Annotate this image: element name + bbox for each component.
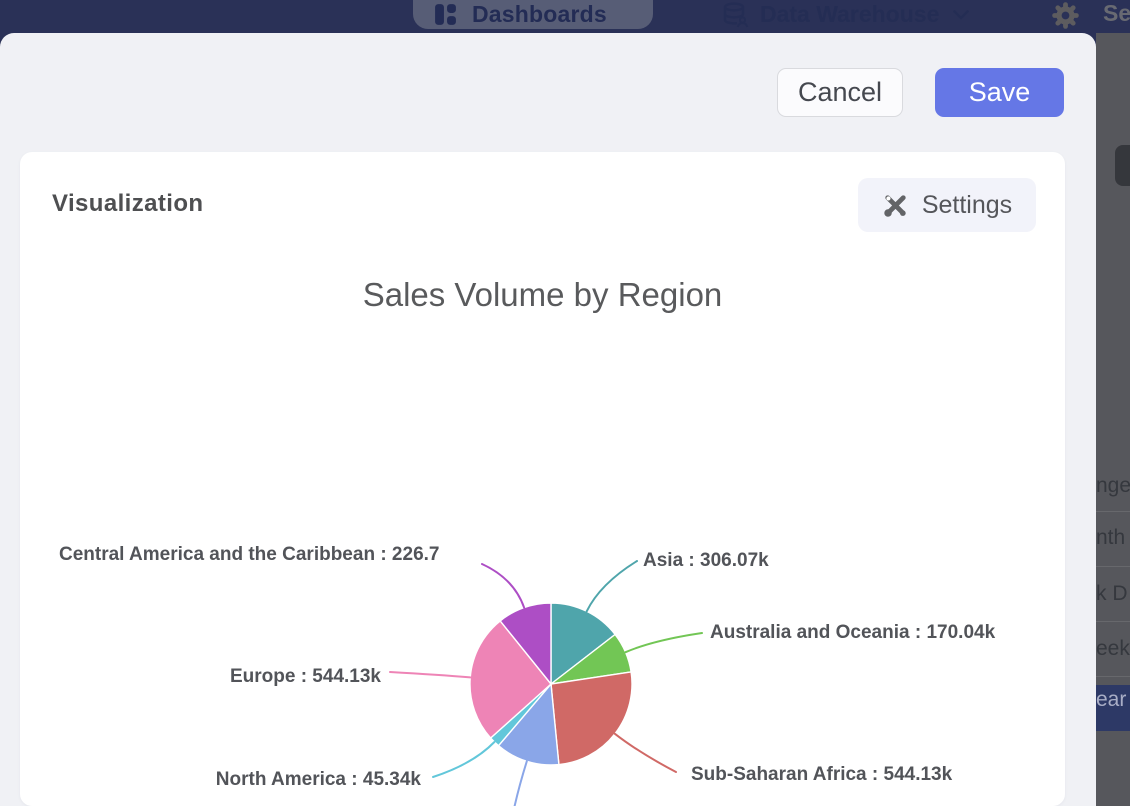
- background-row-divider: [1096, 621, 1130, 622]
- cancel-button[interactable]: Cancel: [777, 68, 903, 117]
- save-button[interactable]: Save: [935, 68, 1064, 117]
- chart-title: Sales Volume by Region: [20, 276, 1065, 314]
- nav-data-warehouse-label: Data Warehouse: [760, 1, 939, 28]
- background-row-text-fragment: ear: [1096, 687, 1130, 713]
- background-row-text-fragment: eek: [1096, 636, 1130, 662]
- nav-item-data-warehouse[interactable]: Data Warehouse: [722, 0, 969, 29]
- card-title: Visualization: [52, 190, 203, 218]
- background-row-text-fragment: nge: [1096, 473, 1130, 499]
- edit-visualization-dialog: Cancel Save Visualization Settings Sales…: [0, 33, 1096, 806]
- top-nav-bar: Dashboards Data Warehouse: [0, 0, 1130, 33]
- tools-icon: [882, 192, 909, 219]
- nav-settings-partial-label: Se: [1103, 0, 1130, 27]
- background-scrim-strip: nge nth k D eek ear: [1096, 33, 1130, 806]
- gear-icon[interactable]: [1051, 1, 1080, 35]
- background-row-divider: [1096, 676, 1130, 677]
- background-button-fragment: [1115, 145, 1130, 186]
- chevron-down-icon: [953, 10, 969, 20]
- tab-dashboards-label: Dashboards: [472, 1, 607, 28]
- background-row-text-fragment: k D: [1096, 581, 1130, 607]
- settings-button[interactable]: Settings: [858, 178, 1036, 232]
- background-row-text-fragment: nth: [1096, 525, 1130, 551]
- settings-button-label: Settings: [922, 191, 1012, 220]
- background-row-divider: [1096, 566, 1130, 567]
- background-row-divider: [1096, 511, 1130, 512]
- tab-dashboards[interactable]: Dashboards: [413, 0, 653, 29]
- dashboards-icon: [433, 2, 458, 27]
- visualization-card: Visualization Settings Sales Volume by R…: [20, 152, 1065, 806]
- database-icon: [722, 2, 750, 28]
